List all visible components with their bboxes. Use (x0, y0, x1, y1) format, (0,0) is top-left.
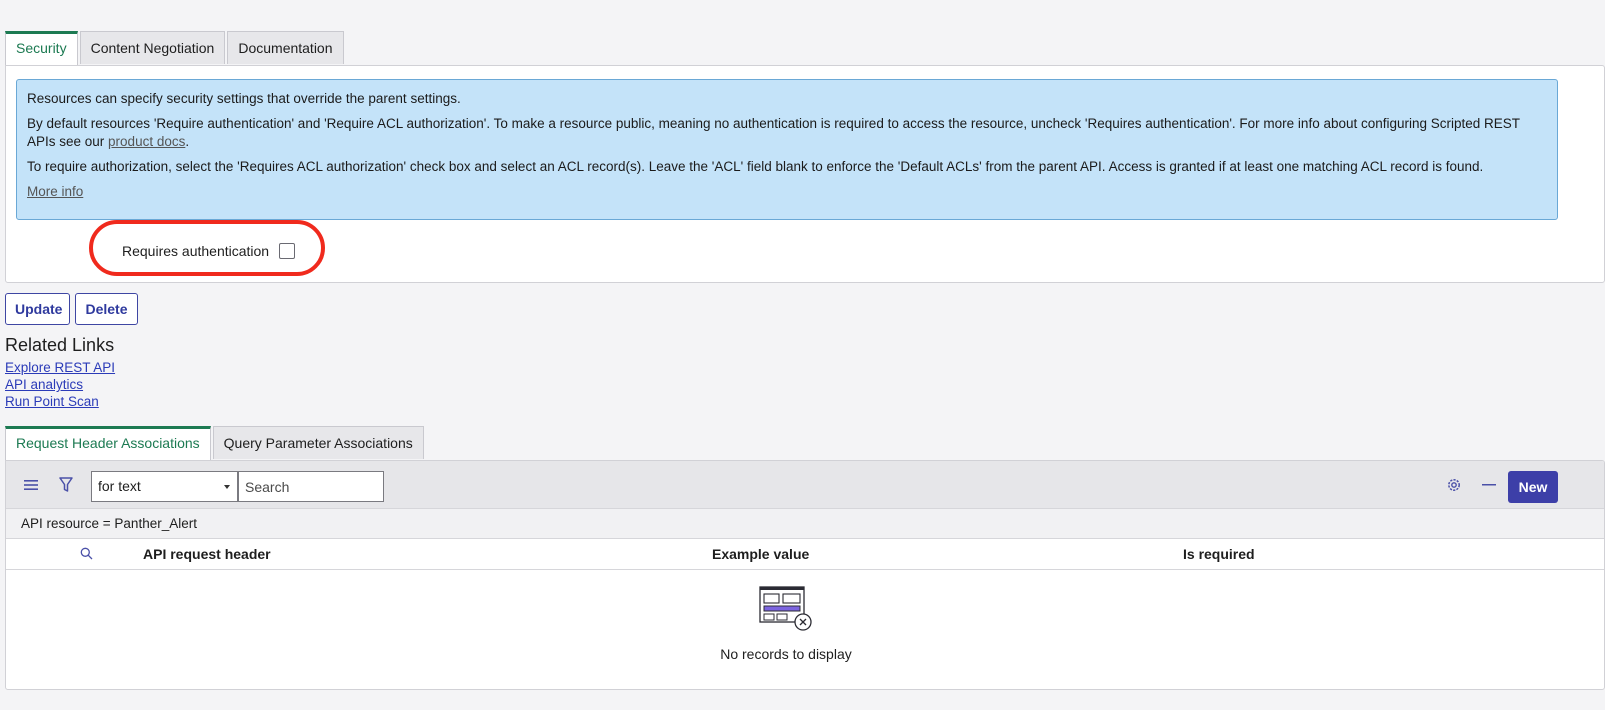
related-links-heading: Related Links (5, 335, 115, 355)
update-button[interactable]: Update (5, 293, 70, 325)
tab-query-parameter-associations[interactable]: Query Parameter Associations (212, 426, 424, 459)
column-search-icon[interactable] (80, 547, 93, 562)
more-info-link[interactable]: More info (27, 184, 83, 199)
list-header-row: API request header Example value Is requ… (6, 539, 1604, 570)
column-header-example-value[interactable]: Example value (712, 539, 809, 570)
tab-request-header-associations[interactable]: Request Header Associations (5, 426, 211, 460)
column-header-api-request-header[interactable]: API request header (143, 539, 271, 570)
info-line-3: To require authorization, select the 'Re… (27, 159, 1484, 174)
new-button[interactable]: New (1508, 471, 1558, 503)
tab-security[interactable]: Security (5, 31, 78, 65)
gear-icon[interactable] (1444, 475, 1464, 495)
list-toolbar: for text New (6, 461, 1604, 509)
chevron-down-icon (224, 485, 230, 489)
product-docs-link[interactable]: product docs (108, 134, 185, 149)
top-tab-bar: Security Content Negotiation Documentati… (5, 31, 346, 65)
search-field-select-value: for text (98, 478, 141, 494)
filter-icon[interactable] (56, 475, 76, 495)
info-line-2: By default resources 'Require authentica… (27, 115, 1547, 151)
related-list-panel: for text New API resource = Panther_Aler… (5, 460, 1605, 690)
info-line-2-suffix: . (185, 134, 190, 149)
column-header-is-required[interactable]: Is required (1183, 539, 1255, 570)
highlight-annotation (89, 220, 325, 276)
hamburger-menu-icon[interactable] (21, 475, 41, 495)
info-line-2-text: By default resources 'Require authentica… (27, 116, 1520, 149)
run-point-scan-link[interactable]: Run Point Scan (5, 394, 99, 409)
info-line-1: Resources can specify security settings … (27, 91, 461, 106)
empty-list-message: No records to display (720, 646, 852, 662)
explore-rest-api-link[interactable]: Explore REST API (5, 360, 115, 375)
api-analytics-link[interactable]: API analytics (5, 377, 83, 392)
info-message: Resources can specify security settings … (16, 79, 1558, 220)
filter-breadcrumb[interactable]: API resource = Panther_Alert (6, 509, 1604, 539)
search-input[interactable] (238, 471, 384, 502)
delete-button[interactable]: Delete (75, 293, 138, 325)
collapse-minus-icon[interactable] (1479, 475, 1499, 495)
search-field-select[interactable]: for text (91, 471, 238, 502)
related-list-tab-bar: Request Header Associations Query Parame… (5, 426, 426, 460)
tab-documentation[interactable]: Documentation (227, 31, 344, 64)
empty-list-icon (759, 586, 815, 639)
tab-content-negotiation[interactable]: Content Negotiation (79, 31, 226, 64)
